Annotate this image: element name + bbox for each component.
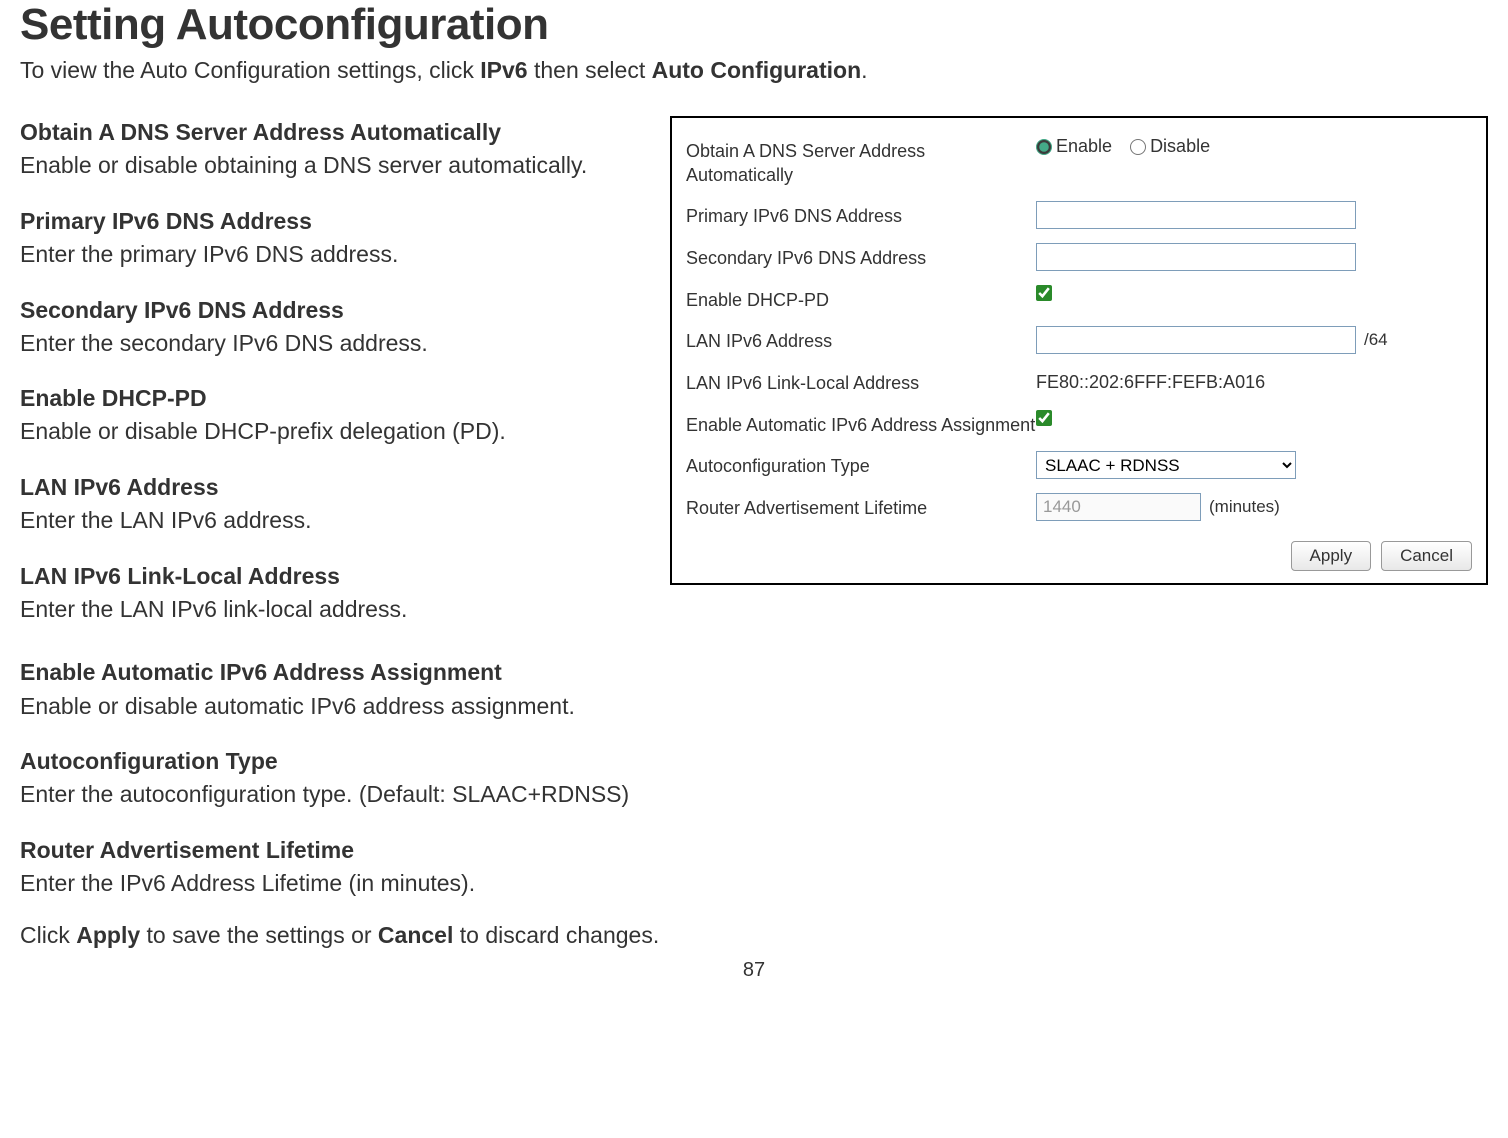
definition-term: Enable DHCP-PD	[20, 382, 640, 414]
row-secondary-dns: Secondary IPv6 DNS Address	[686, 243, 1472, 271]
label-ra-lifetime: Router Advertisement Lifetime	[686, 493, 1036, 520]
label-obtain-dns: Obtain A DNS Server Address Automaticall…	[686, 136, 1036, 187]
definition-desc: Enter the primary IPv6 DNS address.	[20, 237, 640, 272]
definition-desc: Enable or disable DHCP-prefix delegation…	[20, 414, 640, 449]
definition-term: Obtain A DNS Server Address Automaticall…	[20, 116, 640, 148]
row-auto-assign: Enable Automatic IPv6 Address Assignment	[686, 410, 1472, 437]
row-obtain-dns: Obtain A DNS Server Address Automaticall…	[686, 136, 1472, 187]
row-dhcp-pd: Enable DHCP-PD	[686, 285, 1472, 312]
definition-block: Autoconfiguration Type Enter the autocon…	[20, 745, 1488, 812]
definition-desc: Enter the IPv6 Address Lifetime (in minu…	[20, 866, 1488, 901]
definition-desc: Enter the autoconfiguration type. (Defau…	[20, 777, 1488, 812]
intro-prefix: To view the Auto Configuration settings,…	[20, 57, 480, 83]
lan-ipv6-suffix: /64	[1364, 330, 1388, 350]
row-primary-dns: Primary IPv6 DNS Address	[686, 201, 1472, 229]
radio-disable-wrap[interactable]: Disable	[1130, 136, 1210, 157]
intro-auto-config: Auto Configuration	[652, 57, 862, 83]
input-ra-lifetime[interactable]	[1036, 493, 1201, 521]
definition-term: Primary IPv6 DNS Address	[20, 205, 640, 237]
definition-block: Enable DHCP-PD Enable or disable DHCP-pr…	[20, 382, 640, 449]
definition-block: LAN IPv6 Link-Local Address Enter the LA…	[20, 560, 640, 627]
input-primary-dns[interactable]	[1036, 201, 1356, 229]
label-primary-dns: Primary IPv6 DNS Address	[686, 201, 1036, 228]
footer-apply: Apply	[76, 922, 140, 948]
footer-note: Click Apply to save the settings or Canc…	[20, 922, 1488, 949]
definition-term: Enable Automatic IPv6 Address Assignment	[20, 656, 1488, 688]
select-autoconfig-type[interactable]: SLAAC + RDNSS	[1036, 451, 1296, 479]
checkbox-dhcp-pd[interactable]	[1036, 285, 1052, 301]
definition-block: Obtain A DNS Server Address Automaticall…	[20, 116, 640, 183]
value-link-local: FE80::202:6FFF:FEFB:A016	[1036, 368, 1265, 393]
config-panel: Obtain A DNS Server Address Automaticall…	[670, 116, 1488, 585]
definition-desc: Enable or disable obtaining a DNS server…	[20, 148, 640, 183]
radio-disable[interactable]	[1130, 139, 1146, 155]
definition-desc: Enter the secondary IPv6 DNS address.	[20, 326, 640, 361]
intro-text: To view the Auto Configuration settings,…	[20, 54, 1488, 86]
row-link-local: LAN IPv6 Link-Local Address FE80::202:6F…	[686, 368, 1472, 395]
intro-ipv6: IPv6	[480, 57, 527, 83]
page-title: Setting Autoconfiguration	[20, 0, 1488, 50]
footer-mid: to save the settings or	[140, 922, 378, 948]
definition-block: Router Advertisement Lifetime Enter the …	[20, 834, 1488, 901]
definition-desc: Enter the LAN IPv6 link-local address.	[20, 592, 640, 627]
cancel-button[interactable]: Cancel	[1381, 541, 1472, 571]
footer-cancel: Cancel	[378, 922, 453, 948]
definition-desc: Enable or disable automatic IPv6 address…	[20, 689, 1488, 724]
checkbox-auto-assign[interactable]	[1036, 410, 1052, 426]
label-link-local: LAN IPv6 Link-Local Address	[686, 368, 1036, 395]
definition-term: LAN IPv6 Address	[20, 471, 640, 503]
radio-enable-label: Enable	[1056, 136, 1112, 157]
label-autoconfig-type: Autoconfiguration Type	[686, 451, 1036, 478]
definition-term: Router Advertisement Lifetime	[20, 834, 1488, 866]
ra-lifetime-unit: (minutes)	[1209, 497, 1280, 517]
definition-block: Primary IPv6 DNS Address Enter the prima…	[20, 205, 640, 272]
input-lan-ipv6[interactable]	[1036, 326, 1356, 354]
radio-disable-label: Disable	[1150, 136, 1210, 157]
definition-desc: Enter the LAN IPv6 address.	[20, 503, 640, 538]
row-autoconfig-type: Autoconfiguration Type SLAAC + RDNSS	[686, 451, 1472, 479]
intro-suffix: .	[861, 57, 867, 83]
label-auto-assign: Enable Automatic IPv6 Address Assignment	[686, 410, 1036, 437]
apply-button[interactable]: Apply	[1291, 541, 1372, 571]
radio-enable[interactable]	[1036, 139, 1052, 155]
definition-term: Autoconfiguration Type	[20, 745, 1488, 777]
definition-block: Secondary IPv6 DNS Address Enter the sec…	[20, 294, 640, 361]
radio-enable-wrap[interactable]: Enable	[1036, 136, 1112, 157]
definition-block: Enable Automatic IPv6 Address Assignment…	[20, 656, 1488, 723]
label-secondary-dns: Secondary IPv6 DNS Address	[686, 243, 1036, 270]
label-lan-ipv6: LAN IPv6 Address	[686, 326, 1036, 353]
row-ra-lifetime: Router Advertisement Lifetime (minutes)	[686, 493, 1472, 521]
definition-term: Secondary IPv6 DNS Address	[20, 294, 640, 326]
footer-prefix: Click	[20, 922, 76, 948]
label-dhcp-pd: Enable DHCP-PD	[686, 285, 1036, 312]
intro-mid: then select	[528, 57, 652, 83]
definition-block: LAN IPv6 Address Enter the LAN IPv6 addr…	[20, 471, 640, 538]
row-lan-ipv6: LAN IPv6 Address /64	[686, 326, 1472, 354]
footer-suffix: to discard changes.	[453, 922, 659, 948]
definition-term: LAN IPv6 Link-Local Address	[20, 560, 640, 592]
input-secondary-dns[interactable]	[1036, 243, 1356, 271]
page-number: 87	[20, 959, 1488, 982]
